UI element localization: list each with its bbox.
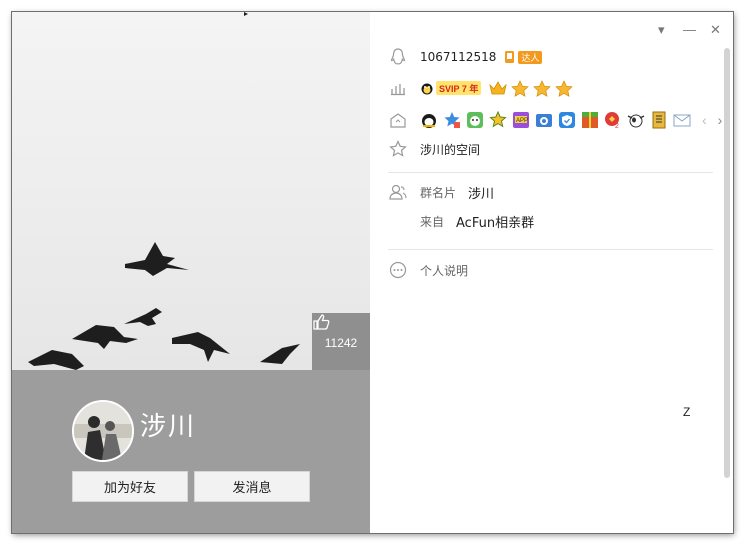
gold-star-icon[interactable] [489, 111, 507, 129]
svg-text:2: 2 [615, 123, 619, 129]
phone-icon [505, 51, 515, 63]
home-outline-icon [388, 110, 408, 130]
daren-badge[interactable]: 达人 [504, 50, 543, 64]
svip-badge[interactable]: SVIP 7 年 [420, 81, 482, 95]
thumbs-up-icon [313, 314, 330, 330]
group-card-label: 群名片 [420, 185, 457, 200]
close-button[interactable]: ✕ [710, 22, 721, 38]
penguin-outline-icon [388, 47, 408, 67]
qq-number: 1067112518 [420, 50, 497, 64]
svg-text:APP: APP [516, 118, 528, 124]
personal-desc-label: 个人说明 [420, 263, 469, 278]
people-icon [388, 182, 408, 202]
services-row: APP 2 ‹ › [388, 110, 722, 130]
star-icon [555, 79, 574, 97]
divider [388, 172, 713, 173]
like-count: 11242 [324, 335, 358, 350]
from-group[interactable]: AcFun相亲群 [456, 212, 534, 231]
minimize-button[interactable]: — [683, 22, 696, 37]
left-panel: 11242 涉川 加为好友 发消息 [12, 12, 370, 533]
avatar-image [74, 402, 132, 460]
mail-icon[interactable] [673, 111, 691, 129]
next-arrow-icon[interactable]: › [718, 112, 723, 128]
menu-dropdown-icon[interactable]: ▾ [658, 22, 665, 38]
group-card-row: 群名片 涉川 [388, 182, 494, 202]
crown-icon [489, 81, 508, 95]
send-message-button[interactable]: 发消息 [194, 471, 310, 502]
qq-number-row: 1067112518 达人 [388, 47, 543, 67]
cow-icon[interactable] [627, 111, 645, 129]
level-icons[interactable] [489, 79, 574, 97]
camera-icon[interactable] [535, 111, 553, 129]
daren-label: 达人 [518, 50, 543, 64]
cover-photo: 11242 [12, 12, 370, 370]
profile-panel: 涉川 加为好友 发消息 [12, 370, 370, 533]
personal-desc-row: 个人说明 [388, 260, 468, 280]
scrollbar[interactable] [724, 48, 730, 478]
star-outline-icon [388, 139, 408, 159]
divider [388, 249, 713, 250]
more-dots-icon [388, 260, 408, 280]
security-icon[interactable] [558, 111, 576, 129]
badge-icon[interactable]: 2 [604, 111, 622, 129]
side-text: Z [683, 405, 691, 419]
star-icon [533, 79, 552, 97]
like-button[interactable]: 11242 [312, 313, 370, 370]
svip-label: SVIP 7 年 [436, 81, 482, 95]
space-link[interactable]: 涉川的空间 [420, 141, 480, 158]
prev-arrow-icon[interactable]: ‹ [702, 112, 707, 128]
space-row[interactable]: 涉川的空间 [388, 139, 480, 159]
right-panel: ▾ — ✕ 1067112518 达人 SVIP 7 年 APP 2 ‹ › 涉… [370, 12, 733, 533]
level-chart-icon [388, 78, 408, 98]
app-icon[interactable]: APP [512, 111, 530, 129]
star-icon [511, 79, 530, 97]
avatar[interactable] [72, 400, 134, 462]
from-label: 来自 [420, 215, 445, 229]
pet-icon[interactable] [466, 111, 484, 129]
level-row: SVIP 7 年 [388, 78, 574, 98]
game-icon[interactable] [581, 111, 599, 129]
nickname: 涉川 [140, 412, 197, 442]
vip-penguin-icon [421, 83, 433, 95]
profile-window: 11242 涉川 加为好友 发消息 ▾ — ✕ 1067112518 达人 SV… [12, 12, 733, 533]
from-row: 来自 AcFun相亲群 [420, 212, 534, 231]
blue-star-icon[interactable] [443, 111, 461, 129]
service-icons: APP 2 ‹ › [420, 111, 722, 129]
scroll-icon[interactable] [650, 111, 668, 129]
group-card-value: 涉川 [468, 186, 495, 202]
add-friend-button[interactable]: 加为好友 [72, 471, 188, 502]
qq-icon[interactable] [420, 111, 438, 129]
